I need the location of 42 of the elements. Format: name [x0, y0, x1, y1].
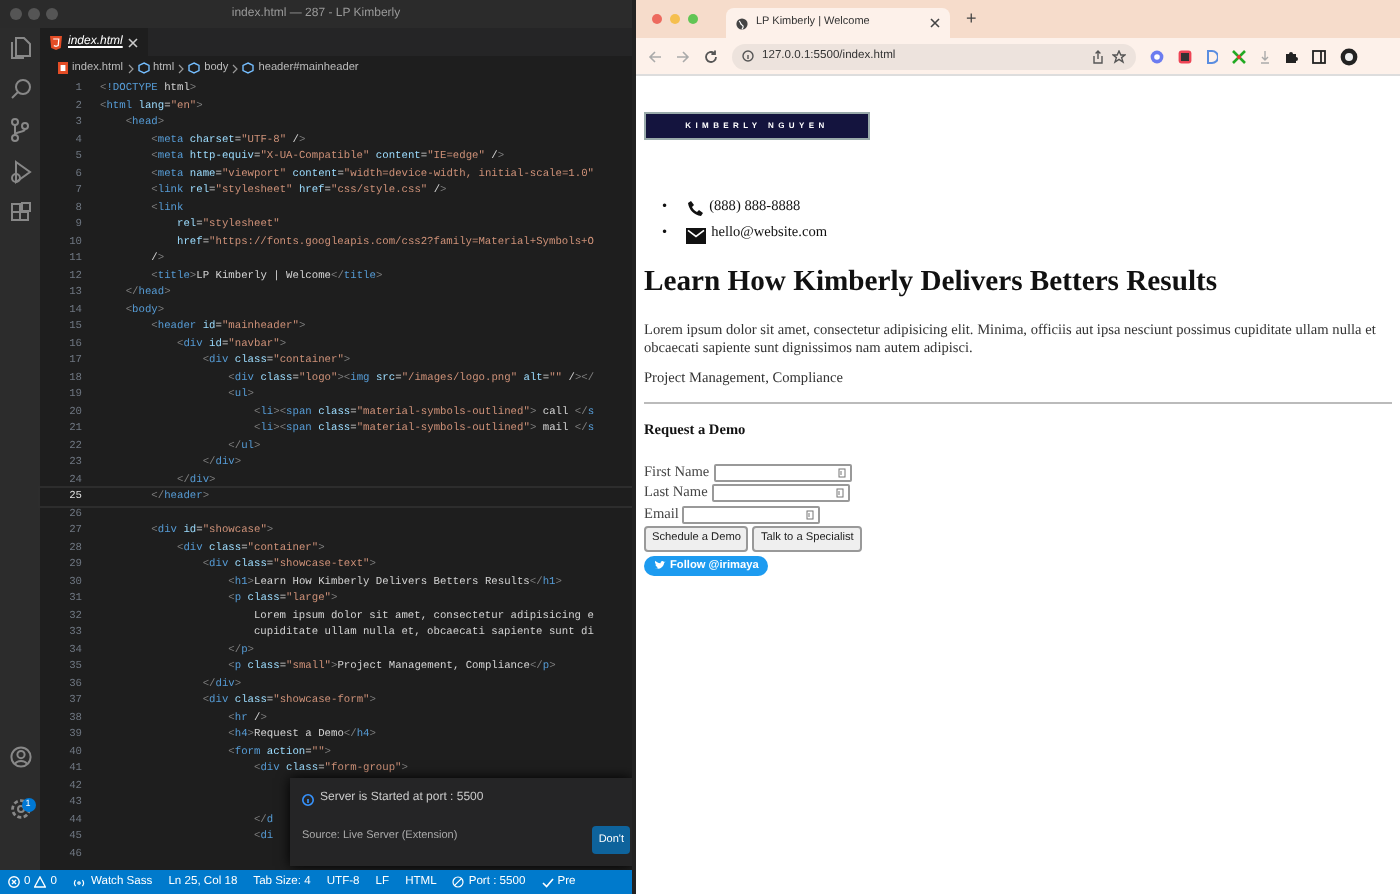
- input-field[interactable]: [682, 505, 821, 524]
- reload-icon[interactable]: [704, 49, 718, 63]
- settings-icon[interactable]: [9, 798, 31, 821]
- page-heading: Learn How Kimberly Delivers Betters Results: [644, 264, 1220, 302]
- info-icon: [742, 50, 754, 62]
- chevron-icon: [127, 63, 133, 73]
- profile-icon[interactable]: [1340, 47, 1358, 65]
- globe-icon: [736, 17, 748, 29]
- blocked-icon: [452, 876, 465, 888]
- input-field[interactable]: [711, 484, 850, 503]
- broadcast-icon: [72, 877, 87, 887]
- new-tab-button[interactable]: +: [962, 10, 981, 28]
- close-light-icon[interactable]: [652, 14, 662, 24]
- mail-icon: [685, 228, 706, 244]
- star-icon[interactable]: [1112, 49, 1126, 63]
- info-icon: [302, 793, 314, 805]
- warning-icon: [34, 876, 47, 888]
- share-icon[interactable]: [1092, 49, 1104, 63]
- autofill-icon[interactable]: [835, 488, 844, 499]
- symbol-icon: [137, 62, 149, 74]
- search-icon[interactable]: [9, 78, 31, 100]
- error-icon: [8, 876, 20, 888]
- extensions-icon[interactable]: [9, 202, 31, 224]
- sidebar-icon[interactable]: [1312, 49, 1326, 63]
- symbol-icon: [242, 62, 255, 74]
- files-icon[interactable]: [9, 36, 31, 60]
- chevron-icon: [178, 63, 185, 73]
- puzzle-icon[interactable]: [1284, 49, 1298, 63]
- check-icon: [541, 877, 554, 887]
- input-field[interactable]: [713, 463, 852, 482]
- run-debug-icon[interactable]: [9, 160, 31, 184]
- chevron-icon: [232, 63, 239, 73]
- autofill-icon[interactable]: [837, 467, 846, 478]
- symbol-icon: [188, 62, 201, 74]
- close-icon[interactable]: [930, 18, 940, 28]
- html-file-icon: [50, 35, 62, 49]
- autofill-icon[interactable]: [806, 509, 815, 520]
- account-icon[interactable]: [9, 746, 31, 768]
- bird-icon: [654, 560, 666, 571]
- html-file-icon: [58, 62, 68, 74]
- source-control-icon[interactable]: [10, 118, 30, 142]
- phone-icon: [685, 200, 704, 218]
